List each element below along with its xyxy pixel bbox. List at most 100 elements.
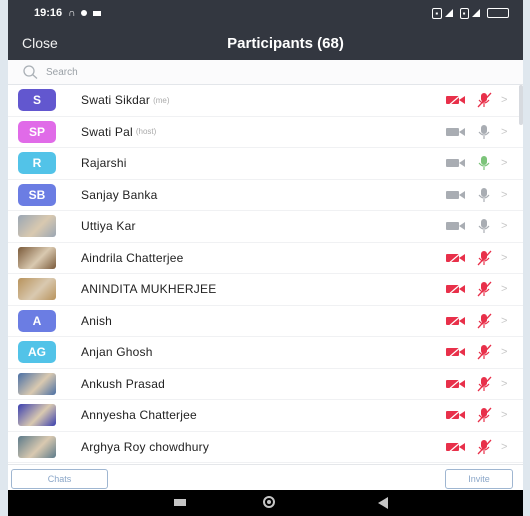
mic-muted-icon: [473, 250, 495, 266]
participant-row[interactable]: A Anish >: [8, 306, 523, 337]
video-off-icon: [445, 344, 467, 360]
headset-icon: ∩: [68, 7, 76, 19]
avatar: A: [18, 309, 56, 332]
participant-row[interactable]: ANINDITA MUKHERJEE >: [8, 274, 523, 306]
search-bar[interactable]: [8, 60, 523, 85]
signal-2-icon: [472, 9, 480, 17]
back-icon[interactable]: [378, 497, 388, 509]
chevron-right-icon[interactable]: >: [501, 346, 509, 358]
video-icon: [445, 187, 467, 203]
participant-status-icons: >: [445, 124, 509, 140]
participant-status-icons: >: [445, 187, 509, 203]
chevron-right-icon[interactable]: >: [501, 220, 509, 232]
participant-row[interactable]: Uttiya Kar >: [8, 211, 523, 243]
participant-name: Anish: [81, 313, 113, 328]
invite-button[interactable]: Invite: [445, 469, 513, 489]
page-title: Participants (68): [227, 34, 344, 52]
chevron-right-icon[interactable]: >: [501, 94, 509, 106]
participant-row[interactable]: AG Anjan Ghosh >: [8, 337, 523, 369]
participant-row[interactable]: SB Sanjay Banka >: [8, 180, 523, 211]
mic-muted-icon: [473, 376, 495, 392]
participant-row[interactable]: Aindrila Chatterjee >: [8, 243, 523, 274]
participant-row[interactable]: R Rajarshi >: [8, 148, 523, 180]
android-nav-bar: [8, 490, 523, 516]
mic-icon: [473, 155, 495, 171]
participant-status-icons: >: [445, 92, 509, 108]
avatar-photo: [18, 372, 56, 395]
video-off-icon: [445, 407, 467, 423]
video-off-icon: [445, 281, 467, 297]
media-icon: [93, 10, 102, 16]
participant-role: (me): [153, 95, 170, 105]
participant-name: ANINDITA MUKHERJEE: [81, 282, 217, 297]
close-button[interactable]: Close: [22, 35, 58, 51]
participant-row[interactable]: Arghya Roy chowdhury >: [8, 432, 523, 463]
avatar-photo: [18, 404, 56, 427]
recent-apps-icon[interactable]: [174, 499, 186, 506]
participant-name: Uttiya Kar: [81, 219, 136, 234]
participant-row[interactable]: Annyesha Chatterjee >: [8, 400, 523, 432]
video-icon: [445, 218, 467, 234]
chevron-right-icon[interactable]: >: [501, 409, 509, 421]
participant-row[interactable]: Ankush Prasad >: [8, 369, 523, 400]
battery-icon: [487, 8, 509, 18]
chevron-right-icon[interactable]: >: [501, 126, 509, 138]
video-off-icon: [445, 250, 467, 266]
chevron-right-icon[interactable]: >: [501, 315, 509, 327]
title-bar: Close Participants (68): [8, 26, 523, 60]
status-bar: 19:16 ∩ ▪ ▪: [8, 0, 523, 26]
video-icon: [445, 155, 467, 171]
participant-name: Sanjay Banka: [81, 187, 158, 202]
chevron-right-icon[interactable]: >: [501, 378, 509, 390]
participant-status-icons: >: [445, 281, 509, 297]
notification-dot-icon: [81, 10, 88, 16]
mic-muted-icon: [473, 407, 495, 423]
status-right: ▪ ▪: [432, 7, 509, 19]
mic-icon: [473, 187, 495, 203]
chats-button[interactable]: Chats: [11, 469, 108, 489]
avatar-photo: [18, 435, 56, 458]
mic-muted-icon: [473, 313, 495, 329]
avatar: SB: [18, 183, 56, 206]
avatar: SP: [18, 120, 56, 143]
participant-row[interactable]: SP Swati Pal (host) >: [8, 117, 523, 148]
mic-muted-icon: [473, 344, 495, 360]
avatar-photo: [18, 278, 56, 301]
mic-muted-icon: [473, 439, 495, 455]
scrollbar[interactable]: [519, 85, 523, 125]
participant-status-icons: >: [445, 407, 509, 423]
participant-status-icons: >: [445, 313, 509, 329]
chevron-right-icon[interactable]: >: [501, 441, 509, 453]
sim2-icon: ▪: [459, 7, 469, 19]
participant-status-icons: >: [445, 439, 509, 455]
video-off-icon: [445, 376, 467, 392]
signal-1-icon: [444, 9, 453, 17]
search-icon: [22, 64, 40, 80]
video-off-icon: [445, 92, 467, 108]
status-left: 19:16 ∩: [34, 7, 102, 19]
participant-row[interactable]: S Swati Sikdar (me) >: [8, 85, 523, 117]
participant-list: S Swati Sikdar (me) > SP Swati Pal (host) > R Raj…: [8, 85, 523, 463]
participant-name: Ankush Prasad: [81, 376, 165, 391]
mic-muted-icon: [473, 281, 495, 297]
participant-name: Rajarshi: [81, 156, 127, 171]
participant-status-icons: >: [445, 376, 509, 392]
status-time: 19:16: [34, 7, 63, 19]
avatar: S: [18, 89, 56, 112]
chevron-right-icon[interactable]: >: [501, 189, 509, 201]
chevron-right-icon[interactable]: >: [501, 252, 509, 264]
participant-status-icons: >: [445, 344, 509, 360]
search-input[interactable]: [44, 65, 348, 79]
avatar: R: [18, 152, 56, 175]
participants-screen: 19:16 ∩ ▪ ▪ Close Participants (68) S Swa…: [8, 0, 523, 516]
participant-status-icons: >: [445, 155, 509, 171]
participant-name: Annyesha Chatterjee: [81, 408, 197, 423]
chevron-right-icon[interactable]: >: [501, 157, 509, 169]
bottom-bar: Chats Invite: [8, 464, 523, 491]
chevron-right-icon[interactable]: >: [501, 283, 509, 295]
sim1-icon: ▪: [432, 7, 442, 19]
participant-name: Arghya Roy chowdhury: [81, 439, 210, 454]
mic-icon: [473, 218, 495, 234]
home-icon[interactable]: [263, 496, 275, 508]
participant-name: Swati Pal: [81, 124, 133, 139]
